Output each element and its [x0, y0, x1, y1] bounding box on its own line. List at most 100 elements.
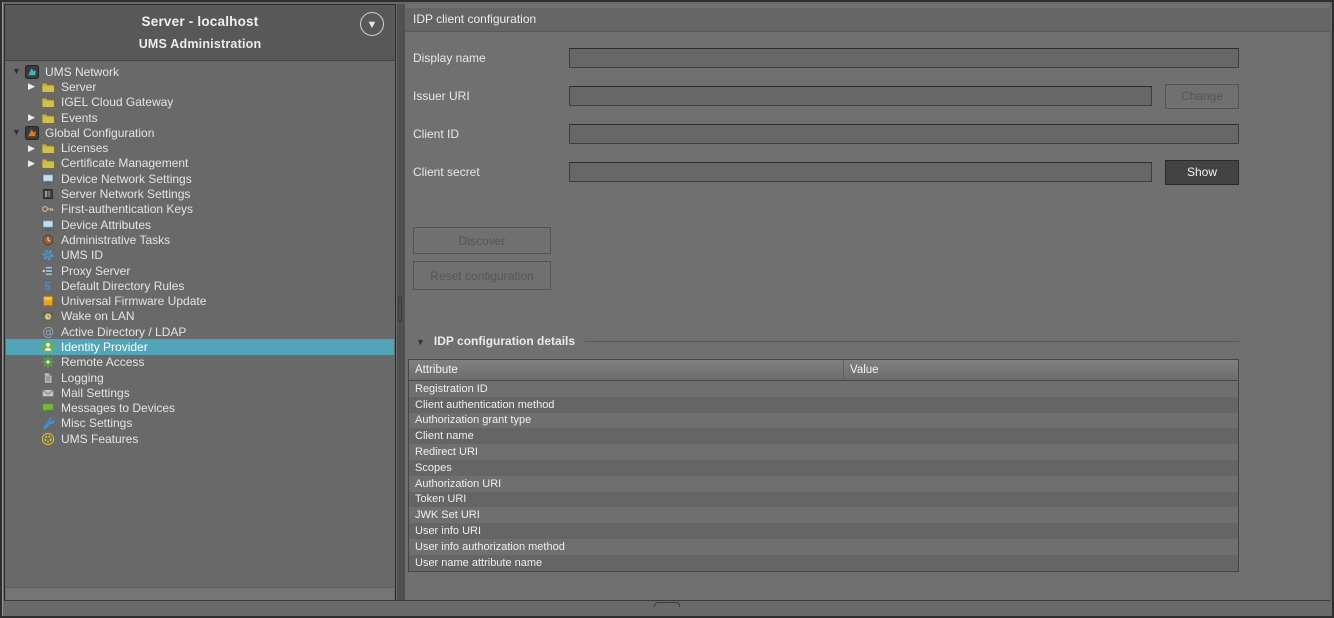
- reset-configuration-button[interactable]: Reset configuration: [413, 261, 551, 290]
- table-row-token-uri[interactable]: Token URI: [409, 492, 1238, 508]
- client-secret-input[interactable]: [569, 162, 1152, 182]
- panel-title: IDP client configuration: [405, 8, 1330, 32]
- document-icon: [41, 371, 56, 385]
- tree-item-proxy-server[interactable]: Proxy Server: [6, 263, 394, 278]
- tree-item-events[interactable]: Events: [6, 110, 394, 125]
- tree-item-first-authentication-keys[interactable]: First-authentication Keys: [6, 202, 394, 217]
- tree-item-label: UMS ID: [61, 248, 103, 262]
- tree-item-certificate-management[interactable]: Certificate Management: [6, 156, 394, 171]
- collapse-sidebar-button[interactable]: [360, 12, 384, 36]
- attribute-cell: Token URI: [409, 493, 844, 505]
- tree-item-ums-network[interactable]: UMS Network: [6, 64, 394, 79]
- client-id-field: Client ID: [405, 123, 1330, 145]
- expander-expanded-icon[interactable]: [12, 67, 25, 76]
- section-expanded-triangle-icon[interactable]: [416, 332, 425, 350]
- table-row-redirect-uri[interactable]: Redirect URI: [409, 444, 1238, 460]
- table-row-user-info-authorization-method[interactable]: User info authorization method: [409, 539, 1238, 555]
- tree-item-ums-features[interactable]: UMS Features: [6, 431, 394, 446]
- change-button[interactable]: Change: [1165, 84, 1239, 109]
- person-icon: [41, 340, 56, 354]
- tree-item-label: Misc Settings: [61, 416, 132, 430]
- value-column-header[interactable]: Value: [844, 360, 1238, 380]
- circle-down-arrow-icon: [367, 15, 378, 33]
- expander-collapsed-icon[interactable]: [28, 82, 41, 91]
- table-row-jwk-set-uri[interactable]: JWK Set URI: [409, 507, 1238, 523]
- attribute-cell: User info URI: [409, 525, 844, 537]
- tree-item-server-network-settings[interactable]: Server Network Settings: [6, 186, 394, 201]
- folder-icon: [41, 156, 56, 170]
- server-title: Server - localhost: [5, 5, 395, 29]
- alarm-icon: [41, 309, 56, 323]
- tree-item-global-configuration[interactable]: Global Configuration: [6, 125, 394, 140]
- tree-item-wake-on-lan[interactable]: Wake on LAN: [6, 309, 394, 324]
- app-window: Server - localhost UMS Administration UM…: [0, 0, 1334, 618]
- tree-item-label: Proxy Server: [61, 264, 130, 278]
- tree-item-ums-id[interactable]: UMS ID: [6, 248, 394, 263]
- tree-item-remote-access[interactable]: Remote Access: [6, 355, 394, 370]
- attribute-cell: Authorization grant type: [409, 414, 844, 426]
- attribute-cell: Client authentication method: [409, 399, 844, 411]
- expander-collapsed-icon[interactable]: [28, 159, 41, 168]
- tree-item-label: Administrative Tasks: [61, 233, 170, 247]
- speech-icon: [41, 401, 56, 415]
- issuer-uri-input[interactable]: [569, 86, 1152, 106]
- tree-item-label: Device Network Settings: [61, 172, 192, 186]
- attribute-column-header[interactable]: Attribute: [409, 360, 844, 380]
- table-row-registration-id[interactable]: Registration ID: [409, 381, 1238, 397]
- idp-details-section-header[interactable]: IDP configuration details: [416, 332, 1239, 350]
- client-id-input[interactable]: [569, 124, 1239, 144]
- tree-item-licenses[interactable]: Licenses: [6, 140, 394, 155]
- expander-expanded-icon[interactable]: [12, 128, 25, 137]
- folder-icon: [41, 111, 56, 125]
- expander-collapsed-icon[interactable]: [28, 113, 41, 122]
- table-row-authorization-uri[interactable]: Authorization URI: [409, 476, 1238, 492]
- tree-item-mail-settings[interactable]: Mail Settings: [6, 385, 394, 400]
- monitor-icon: [41, 172, 56, 186]
- rules-icon: 5: [41, 279, 56, 293]
- tree-item-device-network-settings[interactable]: Device Network Settings: [6, 171, 394, 186]
- tree-item-messages-to-devices[interactable]: Messages to Devices: [6, 401, 394, 416]
- tree-item-universal-firmware-update[interactable]: Universal Firmware Update: [6, 293, 394, 308]
- attribute-cell: Authorization URI: [409, 478, 844, 490]
- tree-item-server[interactable]: Server: [6, 79, 394, 94]
- main-panel: IDP client configuration Display name Is…: [405, 4, 1330, 602]
- tree-item-igel-cloud-gateway[interactable]: IGEL Cloud Gateway: [6, 95, 394, 110]
- tree-item-identity-provider[interactable]: Identity Provider: [6, 339, 394, 354]
- tree: UMS NetworkServerIGEL Cloud GatewayEvent…: [6, 62, 394, 586]
- tree-item-logging[interactable]: Logging: [6, 370, 394, 385]
- show-button[interactable]: Show: [1165, 160, 1239, 185]
- client-secret-label: Client secret: [413, 165, 569, 179]
- client-secret-field: Client secret Show: [405, 161, 1330, 183]
- vertical-splitter[interactable]: [397, 4, 405, 602]
- tree-item-misc-settings[interactable]: Misc Settings: [6, 416, 394, 431]
- table-row-user-info-uri[interactable]: User info URI: [409, 523, 1238, 539]
- discover-button[interactable]: Discover: [413, 227, 551, 254]
- table-header-row: Attribute Value: [409, 360, 1238, 381]
- table-row-authorization-grant-type[interactable]: Authorization grant type: [409, 413, 1238, 429]
- splitter-handle-icon[interactable]: [398, 296, 402, 322]
- table-row-client-name[interactable]: Client name: [409, 428, 1238, 444]
- table-body: Registration ID Client authentication met…: [409, 381, 1238, 571]
- display-name-label: Display name: [413, 51, 569, 65]
- tree-item-administrative-tasks[interactable]: Administrative Tasks: [6, 232, 394, 247]
- proxy-icon: [41, 264, 56, 278]
- attribute-cell: Registration ID: [409, 383, 844, 395]
- server-book-icon: [41, 187, 56, 201]
- sidebar-hscrollbar[interactable]: [6, 587, 394, 600]
- display-name-input[interactable]: [569, 48, 1239, 68]
- tree-item-label: Wake on LAN: [61, 309, 135, 323]
- tree-item-default-directory-rules[interactable]: 5Default Directory Rules: [6, 278, 394, 293]
- svg-text:5: 5: [44, 281, 51, 293]
- table-row-user-name-attribute-name[interactable]: User name attribute name: [409, 555, 1238, 571]
- table-row-client-authentication-method[interactable]: Client authentication method: [409, 397, 1238, 413]
- bottom-splitter-handle-icon[interactable]: [654, 602, 680, 607]
- tree-item-label: Mail Settings: [61, 386, 130, 400]
- expander-collapsed-icon[interactable]: [28, 144, 41, 153]
- bottom-bar: [4, 600, 1330, 614]
- table-row-scopes[interactable]: Scopes: [409, 460, 1238, 476]
- tree-item-active-directory-ldap[interactable]: @Active Directory / LDAP: [6, 324, 394, 339]
- tree-item-device-attributes[interactable]: Device Attributes: [6, 217, 394, 232]
- monitor-icon: [41, 218, 56, 232]
- tree-item-label: Licenses: [61, 141, 108, 155]
- tree-item-label: Global Configuration: [45, 126, 154, 140]
